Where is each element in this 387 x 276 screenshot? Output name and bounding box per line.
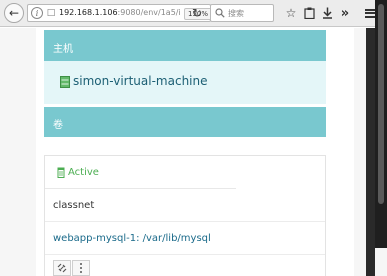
browser-toolbar: ← i □ 192.168.1.106:9080/env/1a5/i 150% … — [0, 0, 387, 27]
scrollbar-thumb[interactable] — [378, 4, 384, 204]
download-icon[interactable] — [318, 4, 336, 22]
search-placeholder: 搜索 — [228, 9, 244, 18]
reload-icon[interactable]: ↻ — [188, 4, 206, 22]
server-icon — [60, 76, 70, 88]
url-path: :9080/env/1a5/i — [117, 8, 181, 17]
volume-mount-row: webapp-mysql-1: /var/lib/mysql — [45, 222, 325, 255]
info-icon[interactable]: i — [31, 7, 43, 19]
search-bar[interactable]: 搜索 — [210, 4, 274, 22]
volume-header-label: 卷 — [53, 120, 63, 131]
unlink-icon — [57, 263, 67, 273]
address-bar[interactable]: i □ 192.168.1.106:9080/env/1a5/i 150% — [27, 4, 213, 22]
more-actions-button[interactable] — [72, 260, 90, 276]
unlink-button[interactable] — [53, 260, 71, 276]
url-text[interactable]: 192.168.1.106:9080/env/1a5/i — [59, 8, 181, 17]
back-arrow-icon[interactable]: ← — [4, 3, 24, 23]
host-section-header: 主机 — [44, 30, 326, 61]
trash-icon — [57, 167, 65, 178]
host-section-body: simon-virtual-machine — [44, 61, 326, 104]
status-badge: Active — [68, 167, 99, 178]
volume-name-row: classnet — [45, 189, 325, 222]
kebab-menu-icon — [80, 263, 82, 273]
volume-section-header: 卷 — [44, 107, 326, 137]
lock-icon: □ — [46, 8, 56, 18]
volume-card: Active classnet webapp-mysql-1: /var/lib… — [44, 155, 326, 276]
host-header-label: 主机 — [53, 44, 73, 55]
mount-link[interactable]: webapp-mysql-1: /var/lib/mysql — [53, 233, 211, 244]
search-icon — [215, 8, 225, 18]
url-host: 192.168.1.106 — [59, 8, 118, 17]
volume-name: classnet — [53, 200, 95, 211]
clipboard-icon[interactable] — [300, 4, 318, 22]
star-icon[interactable]: ☆ — [282, 4, 300, 22]
volume-actions — [45, 255, 325, 276]
desktop-background — [366, 28, 375, 276]
chevron-double-right-icon[interactable]: » — [336, 4, 354, 22]
volume-status-row: Active — [45, 156, 325, 189]
host-name-link[interactable]: simon-virtual-machine — [73, 74, 208, 88]
